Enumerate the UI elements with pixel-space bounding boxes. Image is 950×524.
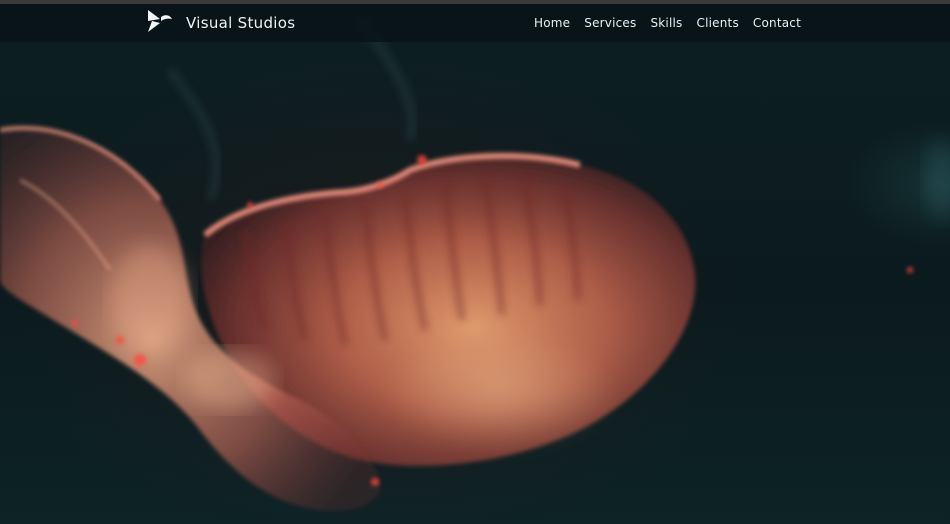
brand-title: Visual Studios: [186, 14, 296, 32]
hero-background-image: [0, 4, 950, 524]
brand[interactable]: Visual Studios: [146, 8, 295, 38]
nav-item-clients[interactable]: Clients: [697, 16, 739, 30]
main-nav: Home Services Skills Clients Contact: [534, 8, 801, 38]
top-navigation-bar: Visual Studios Home Services Skills Clie…: [0, 4, 950, 42]
nav-item-contact[interactable]: Contact: [753, 16, 801, 30]
nav-item-skills[interactable]: Skills: [650, 16, 682, 30]
nav-item-services[interactable]: Services: [584, 16, 636, 30]
jellyfish-illustration: [0, 17, 950, 511]
nav-item-home[interactable]: Home: [534, 16, 570, 30]
bird-logo-icon: [146, 8, 174, 38]
